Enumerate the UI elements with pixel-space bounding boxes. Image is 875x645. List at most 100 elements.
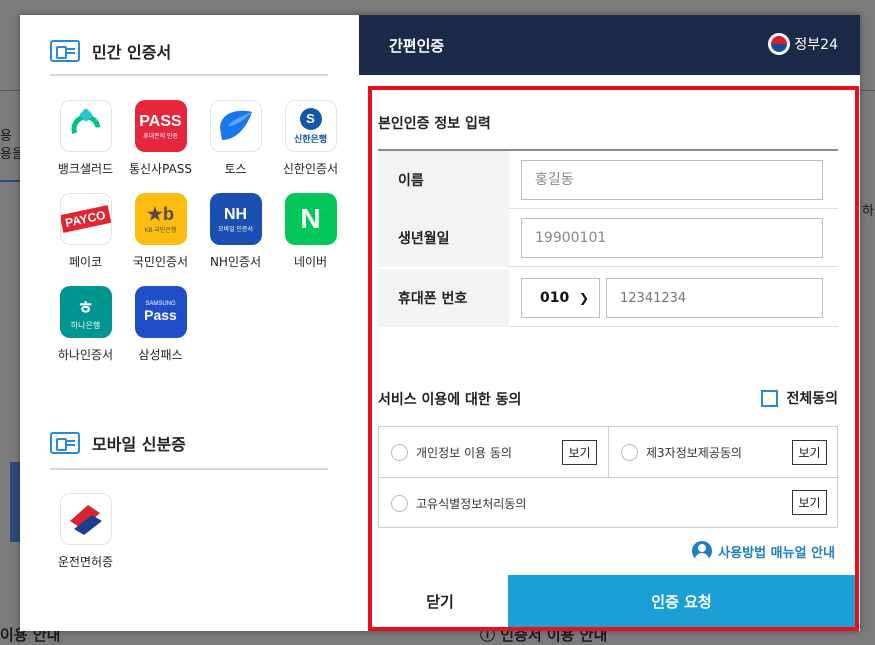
bg-text: 하 [862,204,874,219]
app-nh[interactable]: NH 모바일 인증서 NH인증서 [198,193,273,270]
pass-icon-subtext: 휴대폰의 인증 [143,133,178,140]
birth-row: 생년월일 [378,209,838,267]
name-row: 이름 [378,151,838,209]
consent-label: 제3자정보제공동의 [646,445,742,460]
consent-title: 서비스 이용에 대한 동의 [378,392,522,408]
app-label: 네이버 [293,255,328,269]
nh-icon: NH 모바일 인증서 [209,193,262,245]
drivers-license-icon [59,493,112,545]
app-hana[interactable]: ㅎ 하나은행 하나인증서 [48,286,123,363]
consent-list: 개인정보 이용 동의 보기 제3자정보제공동의 보기 고유식별정보처리동의 보기 [378,426,839,528]
payco-icon: PAYCO [59,193,112,245]
manual-link-text: 사용방법 매뉴얼 안내 [718,545,835,561]
naver-icon-text: N [300,203,321,234]
consent-divider [608,427,609,477]
toss-icon [209,100,262,152]
app-label: 운전면허증 [57,555,114,569]
app-label: 신한인증서 [282,162,339,176]
bg-bar [10,462,20,542]
hana-icon-text: 하나은행 [70,320,101,330]
samsung-pass-icon: SAMSUNG Pass [134,286,187,338]
name-label: 이름 [378,151,509,209]
panel-header: 간편인증 정부24 [359,15,860,75]
app-payco[interactable]: PAYCO 페이코 [48,193,123,270]
section-title-text: 민간 인증서 [92,43,172,62]
private-cert-grid: 뱅크샐러드 PASS 휴대폰의 인증 통신사PASS 토스 S 신한은행 신한인… [48,100,348,363]
app-label: 국민인증서 [132,255,189,269]
hana-logo-icon: ㅎ [77,297,94,318]
form-title: 본인인증 정보 입력 [378,116,491,132]
app-label: 뱅크샐러드 [57,162,114,176]
radio-icon [391,443,408,461]
birth-label: 생년월일 [378,209,509,267]
app-banksalad[interactable]: 뱅크샐러드 [48,100,123,177]
checkbox-icon [761,389,779,407]
section-divider [50,74,328,76]
phone-prefix-value: 010 [540,290,570,306]
hana-icon: ㅎ 하나은행 [59,286,112,338]
app-naver[interactable]: N 네이버 [273,193,348,270]
agree-all-label: 전체동의 [786,391,838,407]
kb-icon-text: KB 국민은행 [144,228,177,234]
kb-star-icon: ★b [146,204,175,224]
shinhan-logo-icon: S [299,107,322,130]
consent-third-party[interactable]: 제3자정보제공동의 [621,427,742,477]
pass-icon: PASS 휴대폰의 인증 [134,100,187,152]
mobile-id-section-title: 모바일 신분증 [50,431,186,455]
consent-unique-id[interactable]: 고유식별정보처리동의 [391,478,526,528]
private-cert-section-title: 민간 인증서 [50,39,171,63]
samsung-pass-text: Pass [144,307,177,323]
view-third-party-button[interactable]: 보기 [792,440,827,465]
banksalad-icon [59,100,112,152]
nh-icon-text: NH [223,205,248,223]
phone-number-input[interactable] [606,278,823,318]
id-card-icon [50,432,80,454]
certificate-list-panel: 민간 인증서 뱅크샐러드 PASS 휴대폰의 인증 통신사PASS 토스 S 신… [20,15,359,631]
view-unique-id-button[interactable]: 보기 [792,490,827,515]
consent-label: 개인정보 이용 동의 [416,445,512,460]
pass-icon-text: PASS [139,112,182,130]
agree-all-checkbox[interactable]: 전체동의 [761,388,838,408]
app-label: NH인증서 [209,255,262,269]
chevron-down-icon: ❯ [578,291,589,305]
app-samsung-pass[interactable]: SAMSUNG Pass 삼성패스 [123,286,198,363]
certificate-icon [50,40,80,62]
phone-prefix-select[interactable]: 010 ❯ [521,278,600,318]
app-label: 하나인증서 [57,348,114,362]
view-privacy-button[interactable]: 보기 [562,440,597,465]
bg-divider [860,90,875,91]
mobile-id-grid: 운전면허증 [48,493,348,570]
consent-privacy[interactable]: 개인정보 이용 동의 [391,427,512,477]
bg-bar [0,180,20,182]
auth-request-button[interactable]: 인증 요청 [508,575,855,627]
nh-icon-subtext: 모바일 인증서 [218,226,253,233]
manual-link[interactable]: 사용방법 매뉴얼 안내 [692,541,835,561]
section-divider [50,468,328,470]
payco-icon-text: PAYCO [60,205,111,233]
panel-title: 간편인증 [389,37,445,55]
phone-label: 휴대폰 번호 [378,269,509,327]
app-drivers-license[interactable]: 운전면허증 [48,493,123,570]
shinhan-icon: S 신한은행 [284,100,337,152]
app-pass[interactable]: PASS 휴대폰의 인증 통신사PASS [123,100,198,177]
person-icon [692,541,713,561]
section-title-text: 모바일 신분증 [92,435,186,454]
gov24-logo: 정부24 [768,33,838,55]
app-toss[interactable]: 토스 [198,100,273,177]
app-label: 토스 [224,162,247,176]
bg-divider [0,90,20,91]
gov24-logo-text: 정부24 [794,37,838,53]
close-button[interactable]: 닫기 [372,575,508,627]
auth-form-panel: 간편인증 정부24 본인인증 정보 입력 이름 생년월일 휴대폰 번호 010 … [359,15,860,631]
bg-text: 용 [0,129,12,144]
kb-icon: ★b KB 국민은행 [134,193,187,245]
birthdate-input[interactable] [521,218,823,258]
auth-modal: 민간 인증서 뱅크샐러드 PASS 휴대폰의 인증 통신사PASS 토스 S 신… [20,15,860,631]
app-shinhan[interactable]: S 신한은행 신한인증서 [273,100,348,177]
phone-row: 휴대폰 번호 010 ❯ [378,269,838,327]
app-kb[interactable]: ★b KB 국민은행 국민인증서 [123,193,198,270]
name-input[interactable] [521,160,823,200]
radio-icon [391,494,408,512]
shinhan-icon-text: 신한은행 [293,133,328,144]
consent-label: 고유식별정보처리동의 [416,496,527,511]
